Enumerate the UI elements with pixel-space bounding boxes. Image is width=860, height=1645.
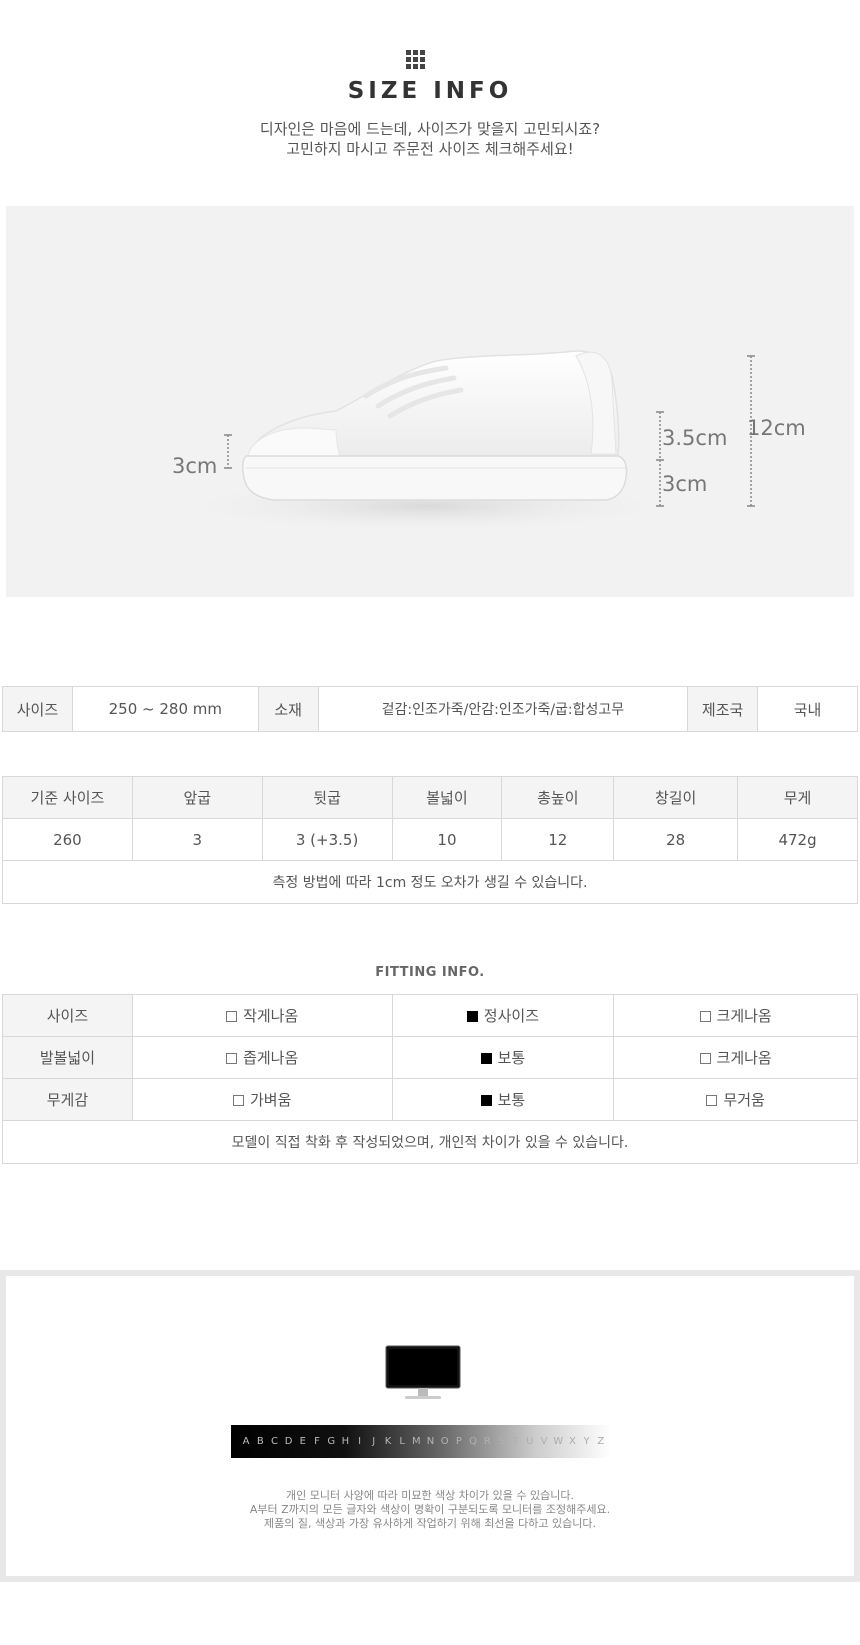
fit-option: 크게나옴 [613, 994, 858, 1037]
spec-value: 10 [391, 818, 503, 861]
spec-header: 창길이 [613, 776, 739, 819]
checkbox-icon [699, 1011, 711, 1022]
monitor-notice-panel: ABCDEFGHIJKLMNOPQRSTUVWXYZ 개인 모니터 사양에 따라… [6, 1276, 854, 1576]
spec-header: 앞굽 [131, 776, 263, 819]
fit-option-label: 작게나옴 [243, 1007, 299, 1025]
calibration-letter: P [455, 1436, 462, 1447]
size-spec-table: 기준 사이즈 앞굽 뒷굽 볼넓이 총높이 창길이 무게 260 3 3 (+3.… [2, 776, 858, 904]
fit-option-label: 크게나옴 [716, 1049, 772, 1067]
checkbox-icon [226, 1011, 238, 1022]
spec-value: 3 (+3.5) [261, 818, 393, 861]
fit-option: 보통 [391, 1036, 615, 1079]
calibration-letter: T [512, 1436, 519, 1447]
fit-option: 보통 [391, 1078, 615, 1121]
size-value: 250 ~ 280 mm [71, 686, 259, 732]
fit-option: 좁게나옴 [131, 1036, 393, 1079]
calibration-letter: X [568, 1436, 576, 1447]
calibration-letter: K [384, 1436, 392, 1447]
fit-option-label: 무거움 [723, 1091, 765, 1109]
page-title: SIZE INFO [347, 78, 513, 104]
size-label: 사이즈 [2, 686, 73, 732]
color-calibration-bar: ABCDEFGHIJKLMNOPQRSTUVWXYZ [231, 1425, 611, 1458]
calibration-letter: A [242, 1436, 250, 1447]
calibration-letter: D [284, 1436, 293, 1447]
calibration-letter: E [299, 1436, 306, 1447]
dim-total-label: 12cm [747, 416, 806, 440]
monitor-notice: ABCDEFGHIJKLMNOPQRSTUVWXYZ 개인 모니터 사양에 따라… [0, 1270, 860, 1582]
calibration-letter: Z [597, 1436, 605, 1447]
calibration-letter: Q [469, 1436, 478, 1447]
calibration-letter: V [540, 1436, 548, 1447]
shoe-photo: 3cm 3.5cm 3cm 12cm [6, 206, 854, 597]
calibration-letter: L [399, 1436, 405, 1447]
dim-front-label: 3cm [172, 454, 218, 478]
calibration-letter: O [440, 1436, 449, 1447]
calibration-letter: H [341, 1436, 350, 1447]
fit-row-label: 발볼넓이 [2, 1036, 133, 1079]
fit-option: 크게나옴 [613, 1036, 858, 1079]
fit-option-label: 크게나옴 [716, 1007, 772, 1025]
spec-value: 12 [501, 818, 615, 861]
fitting-table: 사이즈 작게나옴 정사이즈 크게나옴 발볼넓이 좁게나옴 보통 크게나옴 무게감… [2, 994, 858, 1164]
calibration-letter: F [314, 1436, 320, 1447]
checked-box-icon [480, 1095, 492, 1106]
calibration-letter: G [327, 1436, 336, 1447]
calibration-letter: U [526, 1436, 534, 1447]
calibration-letter: C [270, 1436, 278, 1447]
fit-option-label: 보통 [497, 1091, 526, 1109]
fit-option: 가벼움 [131, 1078, 393, 1121]
calibration-letter: J [372, 1436, 376, 1447]
spec-value: 3 [131, 818, 263, 861]
checked-box-icon [480, 1053, 492, 1064]
checkbox-icon [706, 1095, 718, 1106]
calibration-letter: R [483, 1436, 491, 1447]
spec-header: 무게 [737, 776, 858, 819]
material-value: 겉감:인조가죽/안감:인조가죽/굽:합성고무 [317, 686, 689, 732]
subtitle-line-2: 고민하지 마시고 주문전 사이즈 체크해주세요! [286, 140, 574, 158]
fit-option-label: 보통 [497, 1049, 526, 1067]
checkbox-icon [232, 1095, 244, 1106]
spec-header: 뒷굽 [261, 776, 393, 819]
product-info-table: 사이즈 250 ~ 280 mm 소재 겉감:인조가죽/안감:인조가죽/굽:합성… [2, 686, 858, 732]
grid-icon [406, 50, 426, 70]
spec-value: 472g [737, 818, 858, 861]
spec-note: 측정 방법에 따라 1cm 정도 오차가 생길 수 있습니다. [2, 860, 858, 904]
notice-line-3: 제품의 질, 색상과 가장 유사하게 작업하기 위해 최선을 다하고 있습니다. [264, 1517, 596, 1530]
monitor-icon [385, 1345, 461, 1399]
dim-heel-label: 3cm [662, 472, 708, 496]
checkbox-icon [226, 1053, 238, 1064]
fit-option: 정사이즈 [391, 994, 615, 1037]
fit-option-label: 좁게나옴 [243, 1049, 299, 1067]
fit-option: 무거움 [613, 1078, 858, 1121]
spec-value: 260 [2, 818, 133, 861]
calibration-letter: W [553, 1436, 564, 1447]
checked-box-icon [466, 1011, 478, 1022]
spec-header: 볼넓이 [391, 776, 503, 819]
fit-option-label: 가벼움 [249, 1091, 292, 1109]
spec-header: 기준 사이즈 [2, 776, 133, 819]
shoe-illustration [166, 350, 755, 534]
origin-value: 국내 [757, 686, 858, 732]
fit-row-label: 무게감 [2, 1078, 133, 1121]
subtitle-line-1: 디자인은 마음에 드는데, 사이즈가 맞을지 고민되시죠? [259, 120, 601, 138]
calibration-letter: Y [583, 1436, 590, 1447]
calibration-letter: S [498, 1436, 505, 1447]
fitting-note: 모델이 직접 착화 후 작성되었으며, 개인적 차이가 있을 수 있습니다. [2, 1120, 858, 1164]
spec-value: 28 [613, 818, 739, 861]
calibration-letter: M [412, 1436, 421, 1447]
material-label: 소재 [257, 686, 319, 732]
fit-option: 작게나옴 [131, 994, 393, 1037]
calibration-letter: N [426, 1436, 435, 1447]
calibration-letter: I [358, 1436, 362, 1447]
calibration-letter: B [256, 1436, 264, 1447]
fit-option-label: 정사이즈 [483, 1007, 539, 1025]
fit-row-label: 사이즈 [2, 994, 133, 1037]
fitting-title: FITTING INFO. [375, 965, 485, 980]
spec-header: 총높이 [501, 776, 615, 819]
origin-label: 제조국 [687, 686, 759, 732]
dim-insole-label: 3.5cm [662, 426, 728, 450]
checkbox-icon [699, 1053, 711, 1064]
